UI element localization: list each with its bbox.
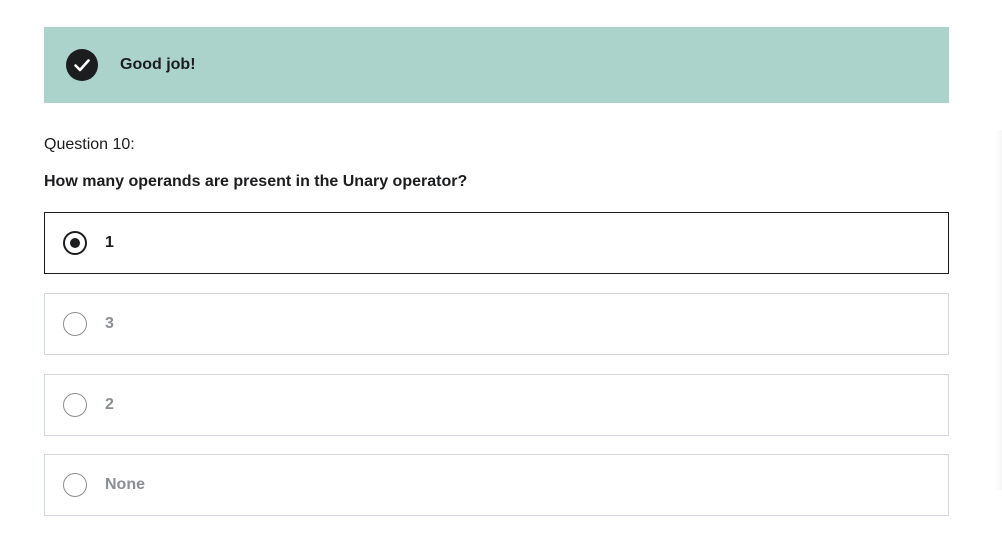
question-prompt: How many operands are present in the Una… <box>44 173 468 190</box>
answer-option-2[interactable]: 2 <box>44 374 949 436</box>
answer-option-label: 1 <box>105 234 114 251</box>
answer-option-1[interactable]: 1 <box>44 212 949 274</box>
answer-option-none[interactable]: None <box>44 454 949 516</box>
quiz-page: Good job! Question 10: How many operands… <box>0 0 1002 556</box>
feedback-message: Good job! <box>120 56 196 73</box>
check-circle-icon <box>66 49 98 81</box>
answer-option-label: 3 <box>105 315 114 332</box>
answer-option-label: 2 <box>105 396 114 413</box>
feedback-banner: Good job! <box>44 27 949 103</box>
radio-empty-icon[interactable] <box>63 312 87 336</box>
question-number: Question 10: <box>44 136 135 153</box>
radio-empty-icon[interactable] <box>63 473 87 497</box>
scroll-edge-shadow <box>996 130 1002 490</box>
answer-option-label: None <box>105 476 145 493</box>
radio-selected-icon[interactable] <box>63 231 87 255</box>
radio-empty-icon[interactable] <box>63 393 87 417</box>
answer-option-3[interactable]: 3 <box>44 293 949 355</box>
